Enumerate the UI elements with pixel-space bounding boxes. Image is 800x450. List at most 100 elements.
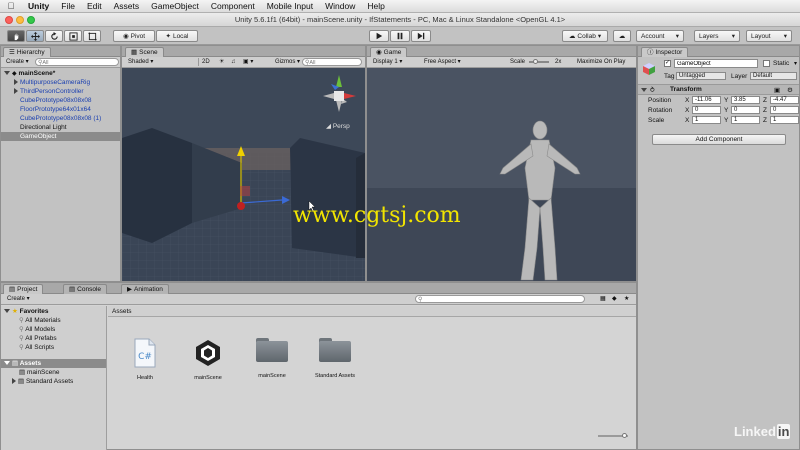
active-checkbox[interactable]: ✓ [664, 60, 671, 67]
help-book-icon[interactable]: ▣ [774, 86, 780, 94]
effects-dropdown[interactable]: ▣ ▾ [240, 58, 256, 66]
menu-file[interactable]: File [55, 1, 81, 11]
position-y-field[interactable]: 3.85 [731, 96, 760, 104]
rect-tool-button[interactable] [83, 30, 101, 42]
2d-toggle[interactable]: 2D [198, 58, 213, 66]
persp-label[interactable]: ◢ Persp [326, 122, 350, 130]
add-component-button[interactable]: Add Component [652, 134, 786, 145]
project-search-input[interactable]: ⚲ [415, 295, 585, 303]
transform-header[interactable]: ⥁ Transform ▣ ⚙ [638, 85, 799, 95]
layers-dropdown[interactable]: Layers ▾ [694, 30, 740, 42]
lighting-toggle[interactable]: ☀ [216, 58, 227, 66]
hierarchy-item[interactable]: CubePrototype08x08x08 (1) [1, 114, 120, 123]
pause-button[interactable] [390, 30, 410, 42]
pivot-toggle[interactable]: ◉ Pivot [113, 30, 155, 42]
breadcrumb-assets[interactable]: Assets [108, 308, 132, 315]
tab-console[interactable]: ▤ Console [63, 284, 108, 294]
shading-mode-dropdown[interactable]: Shaded ▾ [125, 58, 156, 66]
menu-assets[interactable]: Assets [108, 1, 146, 11]
scene-orientation-gizmo-icon[interactable] [319, 72, 359, 117]
asset-tile[interactable]: Standard Assets [309, 338, 361, 379]
gameobject-cube-icon[interactable] [642, 62, 656, 76]
collapsed-triangle-icon[interactable] [12, 378, 16, 385]
hierarchy-create-dropdown[interactable]: Create ▾ [3, 58, 32, 66]
chevron-down-icon[interactable]: ▾ [794, 60, 797, 67]
asset-tile[interactable]: mainScene [182, 338, 234, 381]
expand-triangle-icon[interactable] [641, 88, 647, 92]
audio-toggle[interactable]: ♫ [228, 58, 239, 66]
hierarchy-item-selected[interactable]: GameObject [1, 132, 120, 141]
tab-scene[interactable]: ▦ Scene [125, 47, 164, 57]
layer-dropdown[interactable]: Default [750, 72, 797, 80]
tab-project[interactable]: ▤ Project [3, 284, 44, 294]
scale-slider-handle[interactable] [533, 59, 538, 64]
minimize-window-button[interactable] [16, 16, 24, 24]
project-create-dropdown[interactable]: Create ▾ [4, 295, 33, 303]
layout-dropdown[interactable]: Layout ▾ [746, 30, 792, 42]
hierarchy-item[interactable]: ThirdPersonController [1, 87, 120, 96]
tab-hierarchy[interactable]: ☰ Hierarchy [3, 47, 51, 57]
favorite-item[interactable]: ⚲ All Materials [1, 316, 106, 325]
local-toggle[interactable]: ✦ Local [156, 30, 198, 42]
hierarchy-item[interactable]: CubePrototype08x08x08 [1, 96, 120, 105]
collapsed-triangle-icon[interactable] [14, 79, 18, 86]
hierarchy-item[interactable]: MultipurposeCameraRig [1, 78, 120, 87]
scale-y-field[interactable]: 1 [731, 116, 760, 124]
asset-tile[interactable]: mainScene [246, 338, 298, 379]
filter-by-type-icon[interactable]: ▦ [597, 295, 609, 303]
collab-dropdown[interactable]: ☁ Collab ▾ [562, 30, 608, 42]
position-x-field[interactable]: -11.06 [692, 96, 721, 104]
menu-window[interactable]: Window [319, 1, 361, 11]
hierarchy-item[interactable]: FloorPrototype64x01x64 [1, 105, 120, 114]
account-dropdown[interactable]: Account ▾ [636, 30, 684, 42]
position-z-field[interactable]: -4.47 [770, 96, 799, 104]
tab-game[interactable]: ◉ Game [370, 47, 408, 57]
expand-triangle-icon[interactable] [4, 71, 10, 76]
game-viewport[interactable] [367, 68, 636, 281]
menu-edit[interactable]: Edit [81, 1, 108, 11]
tab-inspector[interactable]: ⓘ Inspector [641, 47, 689, 57]
assets-root-row[interactable]: ▤ Assets [1, 359, 106, 368]
rotation-y-field[interactable]: 0 [731, 106, 760, 114]
gear-icon[interactable]: ⚙ [787, 86, 793, 94]
asset-folder-row[interactable]: ▤ Standard Assets [1, 377, 106, 386]
filter-by-label-icon[interactable]: ◆ [609, 295, 620, 303]
hand-tool-button[interactable] [7, 30, 25, 42]
tab-animation[interactable]: ▶ Animation [121, 284, 169, 294]
scale-tool-button[interactable] [64, 30, 82, 42]
hierarchy-search-input[interactable]: ⚲All [35, 58, 119, 66]
scale-slider[interactable] [529, 59, 549, 64]
rotation-x-field[interactable]: 0 [692, 106, 721, 114]
scene-search-input[interactable]: ⚲All [302, 58, 362, 66]
hierarchy-item[interactable]: Directional Light [1, 123, 120, 132]
scale-x-field[interactable]: 1 [692, 116, 721, 124]
move-tool-button[interactable] [26, 30, 44, 42]
scale-z-field[interactable]: 1 [770, 116, 799, 124]
asset-tile[interactable]: C# Health [119, 338, 171, 381]
maximize-on-play-toggle[interactable]: Maximize On Play [574, 58, 628, 66]
favorites-row[interactable]: ★ Favorites [1, 307, 106, 316]
menu-gameobject[interactable]: GameObject [145, 1, 205, 11]
aspect-dropdown[interactable]: Free Aspect ▾ [421, 58, 464, 66]
rotate-tool-button[interactable] [45, 30, 63, 42]
scene-root-row[interactable]: ◆ mainScene* [1, 69, 120, 78]
close-window-button[interactable] [5, 16, 13, 24]
gizmos-dropdown[interactable]: Gizmos ▾ [272, 58, 303, 66]
menu-component[interactable]: Component [205, 1, 261, 11]
static-checkbox[interactable] [763, 60, 770, 67]
expand-triangle-icon[interactable] [4, 361, 10, 366]
collapsed-triangle-icon[interactable] [14, 88, 18, 95]
step-button[interactable] [411, 30, 431, 42]
apple-icon[interactable]:  [0, 1, 22, 11]
icon-size-slider-handle[interactable] [622, 433, 627, 438]
menu-mobile-input[interactable]: Mobile Input [261, 1, 319, 11]
favorite-item[interactable]: ⚲ All Models [1, 325, 106, 334]
expand-triangle-icon[interactable] [4, 309, 10, 314]
asset-folder-row[interactable]: ▤ mainScene [1, 368, 106, 377]
object-name-field[interactable] [674, 59, 758, 68]
favorite-item[interactable]: ⚲ All Scripts [1, 343, 106, 352]
menu-unity[interactable]: Unity [22, 1, 55, 11]
tag-dropdown[interactable]: Untagged [676, 72, 726, 80]
zoom-window-button[interactable] [27, 16, 35, 24]
menu-help[interactable]: Help [361, 1, 390, 11]
